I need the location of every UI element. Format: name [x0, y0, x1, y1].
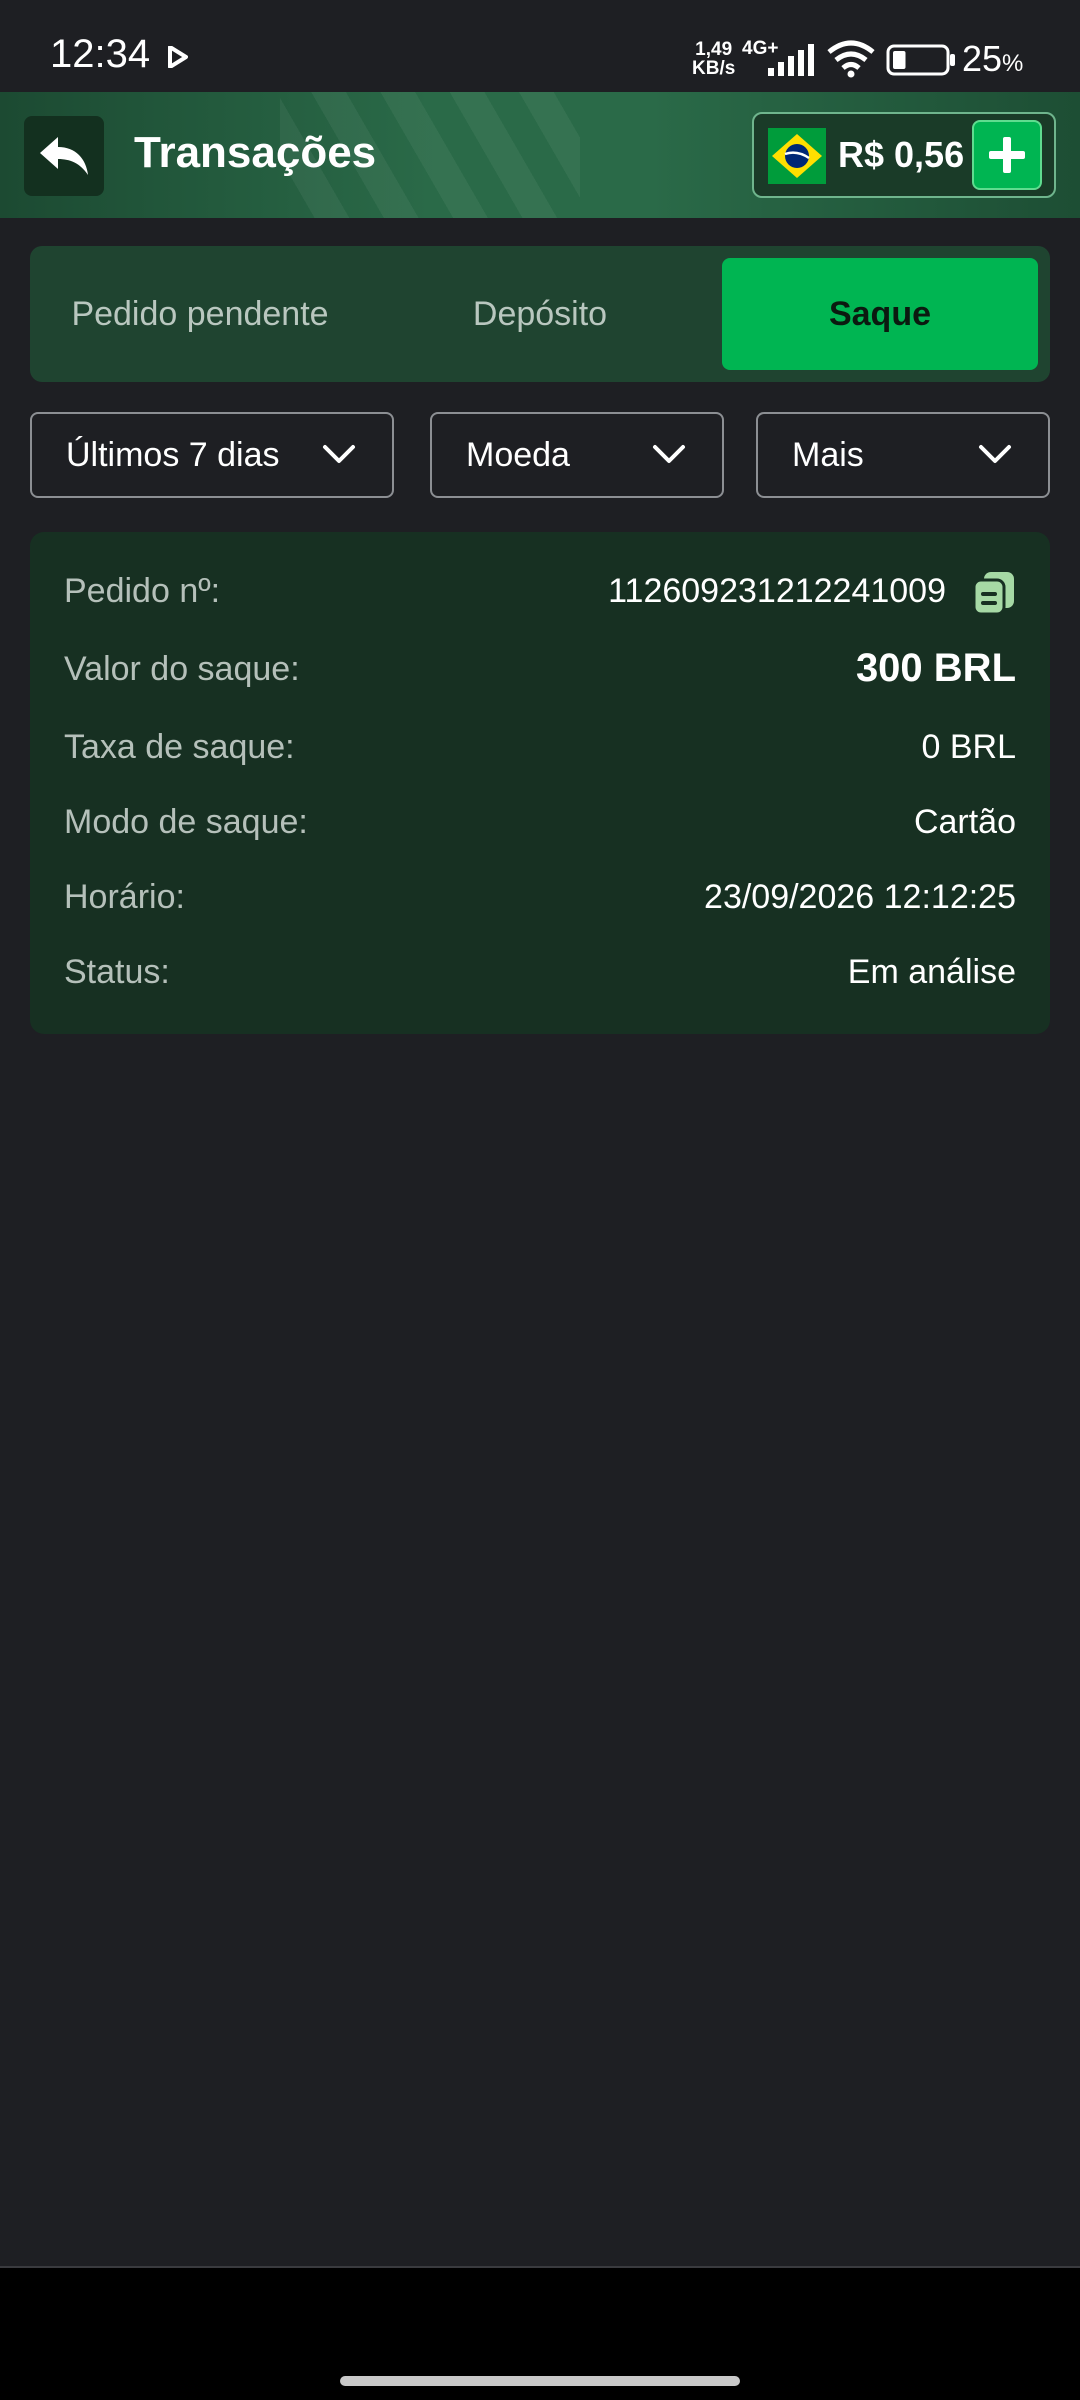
chevron-down-icon: [653, 445, 685, 463]
wifi-icon: [827, 40, 875, 78]
order-number-label: Pedido nº:: [64, 572, 221, 610]
withdrawal-fee-row: Taxa de saque: 0 BRL: [64, 724, 1016, 774]
withdrawal-amount-value: 300 BRL: [855, 646, 1016, 690]
withdrawal-amount-row: Valor do saque: 300 BRL: [64, 646, 1016, 696]
home-gesture-bar[interactable]: [340, 2376, 740, 2386]
transaction-card: Pedido nº: 112609231212241009 Valor do s…: [30, 532, 1050, 1034]
order-number-value: 112609231212241009: [608, 572, 946, 610]
plus-icon: [989, 137, 1025, 173]
app-header: Transações R$ 0,56: [0, 92, 1080, 218]
balance-widget[interactable]: R$ 0,56: [752, 112, 1056, 198]
play-store-icon: [168, 46, 188, 68]
withdrawal-fee-label: Taxa de saque:: [64, 728, 295, 766]
withdrawal-mode-label: Modo de saque:: [64, 803, 308, 841]
withdrawal-mode-value: Cartão: [913, 803, 1016, 841]
battery-value: 25: [962, 38, 1003, 79]
back-button[interactable]: [24, 116, 104, 196]
network-speed-value: 1,49: [695, 39, 733, 60]
battery-icon: [886, 44, 955, 76]
transaction-tabs: Pedido pendente Depósito Saque: [30, 246, 1050, 382]
more-filter-label: Mais: [792, 435, 864, 474]
chevron-down-icon: [979, 445, 1011, 463]
time-row: Horário: 23/09/2026 12:12:25: [64, 874, 1016, 924]
status-bar: 12:34 1,49 KB/s 4G+ 25%: [0, 0, 1080, 92]
status-label: Status:: [64, 953, 170, 991]
network-speed: 1,49 KB/s: [692, 40, 735, 78]
withdrawal-amount-label: Valor do saque:: [64, 650, 300, 688]
signal-icon: [768, 44, 814, 76]
add-funds-button[interactable]: [972, 120, 1042, 190]
brazil-flag-icon: [768, 128, 826, 184]
tab-withdrawal[interactable]: Saque: [722, 258, 1038, 370]
page-title: Transações: [134, 128, 377, 177]
chevron-down-icon: [323, 445, 355, 463]
order-number-row: Pedido nº: 112609231212241009: [64, 568, 1016, 618]
battery-unit: %: [1002, 50, 1024, 77]
network-speed-unit: KB/s: [692, 58, 736, 79]
more-filter-dropdown[interactable]: Mais: [756, 412, 1050, 498]
time-label: Horário:: [64, 878, 185, 916]
battery-percentage: 25%: [962, 38, 1023, 80]
withdrawal-fee-value: 0 BRL: [921, 728, 1017, 766]
status-row: Status: Em análise: [64, 949, 1016, 999]
system-navigation-bar: [0, 2266, 1080, 2400]
balance-amount: R$ 0,56: [838, 134, 965, 175]
status-value: Em análise: [847, 953, 1016, 991]
status-time: 12:34: [50, 32, 151, 76]
tab-deposit[interactable]: Depósito: [370, 258, 710, 370]
currency-filter-dropdown[interactable]: Moeda: [430, 412, 724, 498]
back-arrow-icon: [40, 137, 88, 175]
period-filter-dropdown[interactable]: Últimos 7 dias: [30, 412, 394, 498]
period-filter-label: Últimos 7 dias: [66, 435, 280, 474]
time-value: 23/09/2026 12:12:25: [704, 878, 1016, 916]
tab-pending-orders[interactable]: Pedido pendente: [30, 258, 370, 370]
copy-icon[interactable]: [972, 570, 1016, 616]
currency-filter-label: Moeda: [466, 435, 570, 474]
withdrawal-mode-row: Modo de saque: Cartão: [64, 799, 1016, 849]
